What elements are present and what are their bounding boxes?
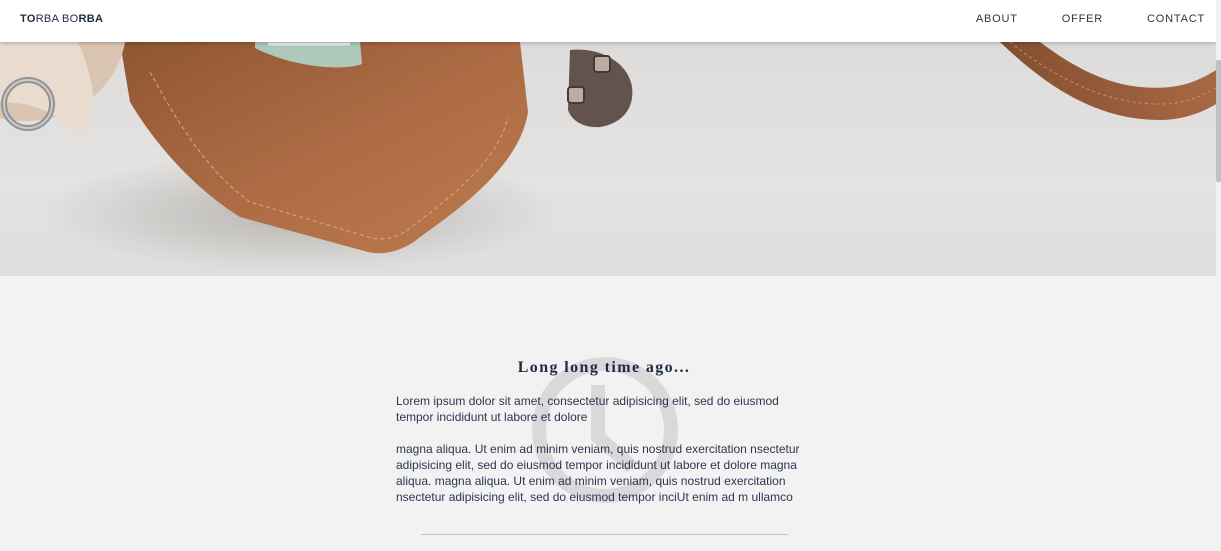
main-nav: ABOUT OFFER CONTACT	[932, 13, 1205, 25]
scrollbar-thumb[interactable]	[1216, 60, 1221, 182]
nav-link-contact[interactable]: CONTACT	[1147, 13, 1205, 25]
logo-part-3: RBA	[78, 13, 104, 25]
nav-link-offer[interactable]: OFFER	[1062, 13, 1103, 25]
nav-link-about[interactable]: ABOUT	[976, 13, 1018, 25]
section-divider	[421, 534, 788, 535]
page-scrollbar[interactable]	[1216, 0, 1221, 551]
hero-image	[0, 42, 1216, 276]
page: TORBA BORBA ABOUT OFFER CONTACT Long lon…	[0, 0, 1216, 551]
story-paragraph-1: Lorem ipsum dolor sit amet, consectetur …	[396, 394, 779, 424]
story-title: Long long time ago...	[517, 359, 691, 376]
top-navigation-bar: TORBA BORBA ABOUT OFFER CONTACT	[0, 0, 1216, 42]
story-section: Long long time ago... Lorem ipsum dolor …	[0, 276, 1216, 551]
logo-part-1: TO	[20, 13, 36, 25]
story-paragraph-2: magna aliqua. Ut enim ad minim veniam, q…	[396, 442, 800, 504]
logo-part-2: RBA BO	[35, 13, 79, 25]
site-logo[interactable]: TORBA BORBA	[20, 13, 103, 25]
leather-bag-illustration	[0, 42, 1216, 276]
